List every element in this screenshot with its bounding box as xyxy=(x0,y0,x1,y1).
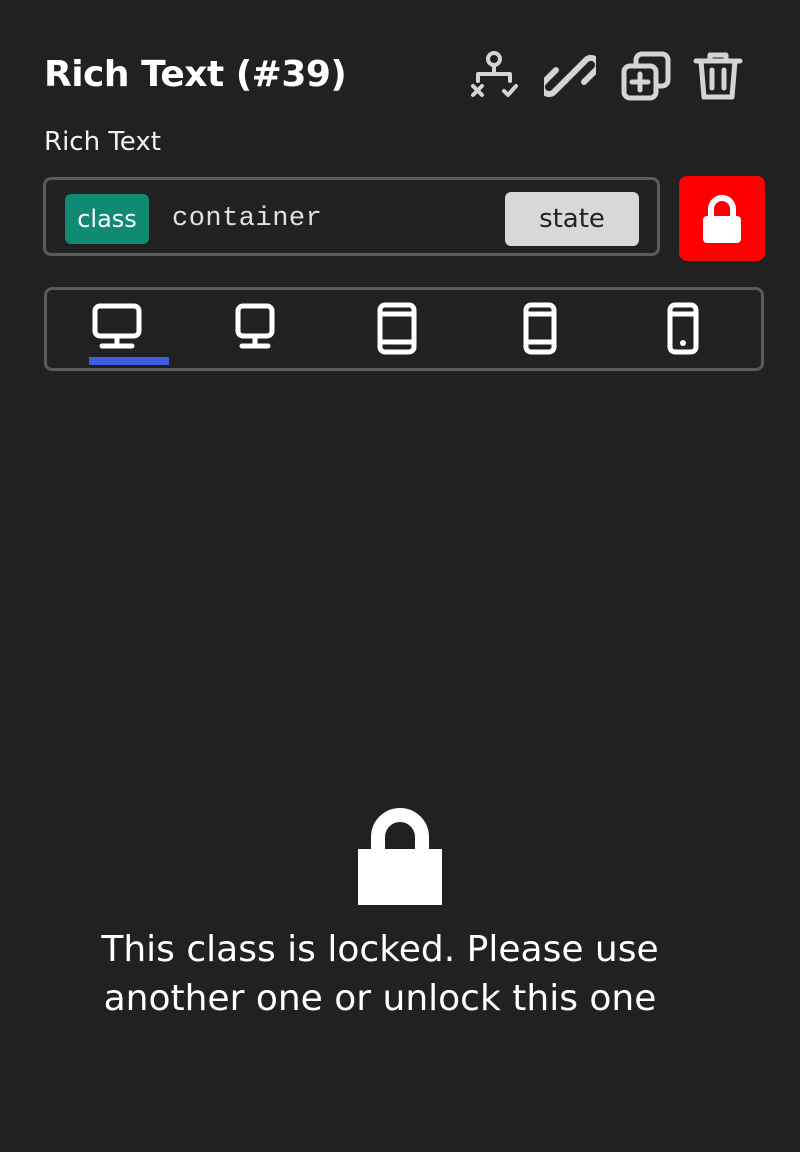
class-input[interactable] xyxy=(172,196,492,242)
device-tab-tablet-portrait[interactable] xyxy=(490,290,590,368)
desktop-icon xyxy=(92,303,142,349)
duplicate-button[interactable] xyxy=(618,50,674,102)
element-subtitle: Rich Text xyxy=(44,127,161,157)
tablet-portrait-icon xyxy=(523,302,557,355)
locked-lock-icon xyxy=(358,808,442,905)
class-selector: class state xyxy=(43,177,660,256)
structure-button[interactable] xyxy=(466,50,522,102)
tablet-landscape-icon xyxy=(377,302,417,355)
tree-structure-icon xyxy=(471,51,518,97)
device-tab-desktop[interactable] xyxy=(67,290,169,368)
element-title: Rich Text (#39) xyxy=(44,54,347,95)
delete-button[interactable] xyxy=(690,50,746,102)
device-tab-tablet-landscape[interactable] xyxy=(347,290,447,368)
class-badge: class xyxy=(65,194,149,244)
locked-state xyxy=(0,805,800,909)
device-tabs xyxy=(44,287,764,371)
mobile-icon xyxy=(667,302,699,355)
duplicate-icon xyxy=(621,51,671,101)
device-tab-laptop[interactable] xyxy=(205,290,305,368)
locked-message: This class is locked. Please use another… xyxy=(101,929,659,1019)
link-button[interactable] xyxy=(542,50,598,102)
trash-icon xyxy=(693,52,743,100)
element-toolbar xyxy=(466,50,746,102)
link-icon xyxy=(544,54,596,98)
lock-icon xyxy=(703,194,741,243)
laptop-icon xyxy=(235,303,275,349)
lock-button[interactable] xyxy=(679,176,765,261)
device-tab-mobile[interactable] xyxy=(633,290,733,368)
state-button[interactable]: state xyxy=(505,192,639,246)
